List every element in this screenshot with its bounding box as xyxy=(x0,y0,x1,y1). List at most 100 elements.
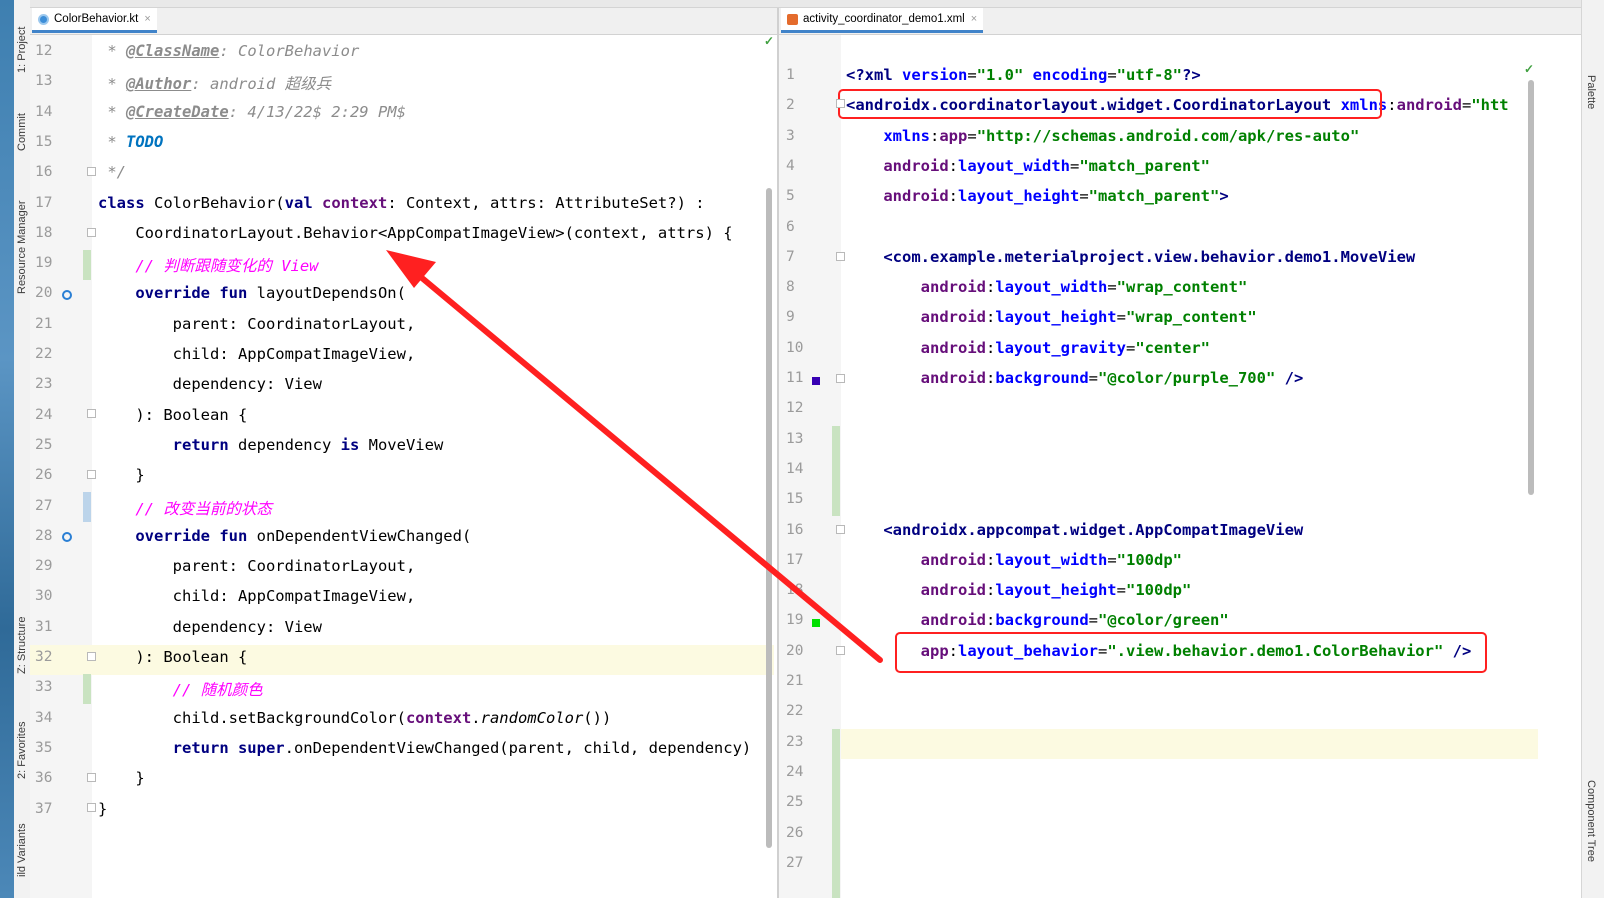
line-number[interactable]: 13 xyxy=(786,431,803,447)
tab-activity-coordinator-demo1-xml[interactable]: activity_coordinator_demo1.xml × xyxy=(781,8,984,33)
line-number[interactable]: 33 xyxy=(35,679,52,695)
line-number[interactable]: 6 xyxy=(786,219,795,235)
code-line[interactable]: // 随机颜色 xyxy=(98,678,263,700)
close-icon[interactable]: × xyxy=(144,13,150,25)
line-number[interactable]: 32 xyxy=(35,649,52,665)
code-line[interactable]: xmlns:app="http://schemas.android.com/ap… xyxy=(846,127,1359,145)
code-line[interactable]: child: AppCompatImageView, xyxy=(98,345,416,363)
code-line[interactable]: // 判断跟随变化的 View xyxy=(98,254,318,276)
line-number[interactable]: 15 xyxy=(35,134,52,150)
line-number[interactable]: 13 xyxy=(35,73,52,89)
line-number[interactable]: 21 xyxy=(786,673,803,689)
line-number[interactable]: 36 xyxy=(35,770,52,786)
tab-colorbehavior-kt[interactable]: ColorBehavior.kt × xyxy=(32,8,157,33)
line-number[interactable]: 5 xyxy=(786,188,795,204)
line-number[interactable]: 23 xyxy=(35,376,52,392)
tool-tab-project[interactable]: 1: Project xyxy=(14,12,30,87)
left-editor-scrollbar[interactable] xyxy=(766,188,772,848)
line-number[interactable]: 12 xyxy=(786,400,803,416)
tool-tab-component-tree[interactable]: Component Tree xyxy=(1585,780,1597,862)
line-number[interactable]: 37 xyxy=(35,801,52,817)
line-number[interactable]: 17 xyxy=(35,195,52,211)
code-line[interactable]: parent: CoordinatorLayout, xyxy=(98,315,416,333)
code-line[interactable]: android:background="@color/green" xyxy=(846,611,1229,629)
tool-tab-structure[interactable]: Z: Structure xyxy=(14,600,30,690)
line-number[interactable]: 22 xyxy=(35,346,52,362)
code-line[interactable]: } xyxy=(98,466,144,484)
line-number[interactable]: 16 xyxy=(786,522,803,538)
line-number[interactable]: 11 xyxy=(786,370,803,386)
line-number[interactable]: 29 xyxy=(35,558,52,574)
line-number[interactable]: 1 xyxy=(786,67,795,83)
code-line[interactable]: return dependency is MoveView xyxy=(98,436,444,454)
tool-tab-commit[interactable]: Commit xyxy=(14,100,30,165)
line-number[interactable]: 26 xyxy=(35,467,52,483)
code-line[interactable]: child.setBackgroundColor(context.randomC… xyxy=(98,709,612,727)
code-line[interactable]: // 改变当前的状态 xyxy=(98,497,272,519)
code-line[interactable]: */ xyxy=(98,163,126,181)
inspection-ok-icon[interactable]: ✓ xyxy=(764,34,774,48)
code-line[interactable]: parent: CoordinatorLayout, xyxy=(98,557,416,575)
code-line[interactable]: android:layout_width="match_parent" xyxy=(846,157,1210,175)
line-number[interactable]: 26 xyxy=(786,825,803,841)
close-icon[interactable]: × xyxy=(971,13,977,25)
line-number[interactable]: 3 xyxy=(786,128,795,144)
line-number[interactable]: 24 xyxy=(786,764,803,780)
code-line[interactable]: android:layout_width="100dp" xyxy=(846,551,1182,569)
right-editor-scrollbar[interactable] xyxy=(1528,80,1534,495)
line-number[interactable]: 10 xyxy=(786,340,803,356)
code-line[interactable]: <?xml version="1.0" encoding="utf-8"?> xyxy=(846,66,1201,84)
line-number[interactable]: 15 xyxy=(786,491,803,507)
line-number[interactable]: 2 xyxy=(786,97,795,113)
code-line[interactable]: * @Author: android 超级兵 xyxy=(98,72,331,94)
line-number[interactable]: 14 xyxy=(35,104,52,120)
line-number[interactable]: 27 xyxy=(35,498,52,514)
tool-tab-palette[interactable]: Palette xyxy=(1585,75,1597,109)
code-line[interactable]: android:layout_width="wrap_content" xyxy=(846,278,1248,296)
code-line[interactable]: child: AppCompatImageView, xyxy=(98,587,416,605)
line-number[interactable]: 18 xyxy=(35,225,52,241)
code-line[interactable]: class ColorBehavior(val context: Context… xyxy=(98,194,705,212)
line-number[interactable]: 25 xyxy=(35,437,52,453)
code-line[interactable]: android:layout_height="wrap_content" xyxy=(846,308,1257,326)
tool-tab-favorites[interactable]: 2: Favorites xyxy=(14,705,30,795)
code-line[interactable]: override fun layoutDependsOn( xyxy=(98,284,406,302)
code-line[interactable]: * @ClassName: ColorBehavior xyxy=(98,42,359,60)
code-line[interactable]: android:layout_height="match_parent"> xyxy=(846,187,1228,205)
code-line[interactable]: ): Boolean { xyxy=(98,648,247,666)
line-number[interactable]: 25 xyxy=(786,794,803,810)
code-line[interactable]: } xyxy=(98,800,107,818)
code-line[interactable]: <androidx.appcompat.widget.AppCompatImag… xyxy=(846,521,1303,539)
line-number[interactable]: 7 xyxy=(786,249,795,265)
line-number[interactable]: 16 xyxy=(35,164,52,180)
line-number[interactable]: 12 xyxy=(35,43,52,59)
line-number[interactable]: 21 xyxy=(35,316,52,332)
line-number[interactable]: 31 xyxy=(35,619,52,635)
line-number[interactable]: 4 xyxy=(786,158,795,174)
line-number[interactable]: 17 xyxy=(786,552,803,568)
code-line[interactable]: * @CreateDate: 4/13/22$ 2:29 PM$ xyxy=(98,103,406,121)
line-number[interactable]: 23 xyxy=(786,734,803,750)
line-number[interactable]: 30 xyxy=(35,588,52,604)
inspection-ok-icon[interactable]: ✓ xyxy=(1524,62,1534,76)
code-line[interactable]: * TODO xyxy=(98,133,163,151)
line-number[interactable]: 20 xyxy=(786,643,803,659)
code-line[interactable]: override fun onDependentViewChanged( xyxy=(98,527,471,545)
code-line[interactable]: android:layout_height="100dp" xyxy=(846,581,1192,599)
code-line[interactable]: CoordinatorLayout.Behavior<AppCompatImag… xyxy=(98,224,732,242)
line-number[interactable]: 19 xyxy=(35,255,52,271)
line-number[interactable]: 22 xyxy=(786,703,803,719)
line-number[interactable]: 14 xyxy=(786,461,803,477)
code-line[interactable]: android:layout_gravity="center" xyxy=(846,339,1210,357)
code-line[interactable]: ): Boolean { xyxy=(98,406,247,424)
line-number[interactable]: 20 xyxy=(35,285,52,301)
line-number[interactable]: 19 xyxy=(786,612,803,628)
code-line[interactable]: <com.example.meterialproject.view.behavi… xyxy=(846,248,1415,266)
line-number[interactable]: 34 xyxy=(35,710,52,726)
line-number[interactable]: 18 xyxy=(786,582,803,598)
line-number[interactable]: 8 xyxy=(786,279,795,295)
code-line[interactable]: dependency: View xyxy=(98,618,322,636)
line-number[interactable]: 27 xyxy=(786,855,803,871)
tool-tab-build-variants[interactable]: ild Variants xyxy=(14,810,30,890)
line-number[interactable]: 28 xyxy=(35,528,52,544)
